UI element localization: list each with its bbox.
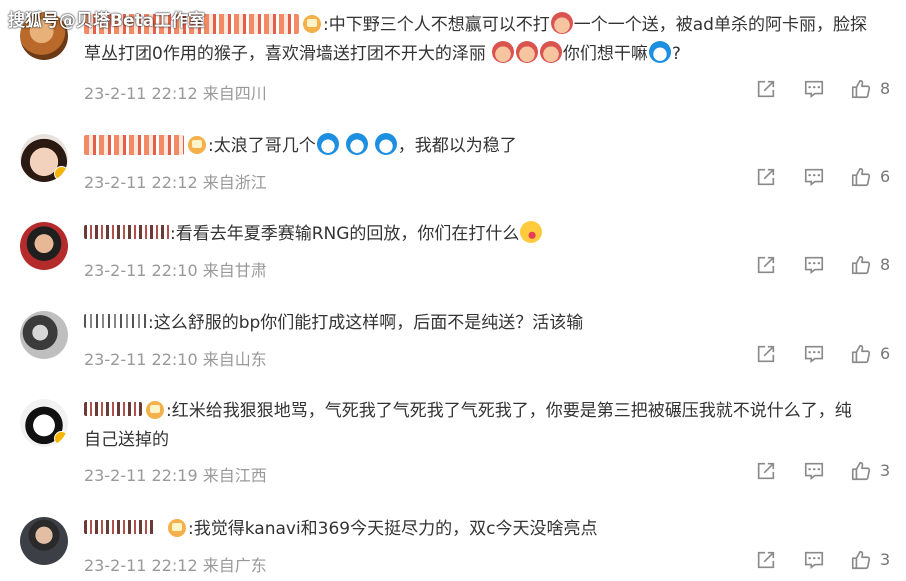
thumb-up-icon[interactable] <box>850 78 872 102</box>
avatar[interactable] <box>20 399 68 447</box>
like-count: 6 <box>880 344 891 363</box>
comment-text: :这么舒服的bp你们能打成这样啊，后面不是纯送？活该输 <box>84 309 889 338</box>
share-icon[interactable] <box>755 460 777 484</box>
comment-meta: 23-2-11 22:12 来自广东 <box>84 556 267 575</box>
comment-actions: 3 <box>755 460 895 484</box>
avatar[interactable] <box>20 517 68 565</box>
comment-meta: 23-2-11 22:19 来自江西 <box>84 466 267 485</box>
like-count: 8 <box>880 79 891 98</box>
comment-actions: 3 <box>755 549 895 573</box>
doraemon-emoji-icon <box>345 133 368 155</box>
username[interactable] <box>84 135 184 155</box>
avatar[interactable] <box>20 134 68 182</box>
share-icon[interactable] <box>755 166 777 190</box>
doraemon-emoji-icon <box>374 133 397 155</box>
comment-text-part: :红米给我狠狠地骂，气死我了气死我了气死我了，你要是第三把被碾压我就不说什么了，… <box>166 401 852 421</box>
doll-emoji-icon <box>550 12 573 34</box>
comment-text-part: :太浪了哥几个 <box>208 136 316 156</box>
share-icon[interactable] <box>755 549 777 573</box>
comment-text-part: 草丛打团0作用的猴子，喜欢滑墙送打团不开大的泽丽 <box>84 44 486 64</box>
fan-badge-icon <box>188 136 206 154</box>
thumb-up-icon[interactable] <box>850 254 872 278</box>
comment-meta: 23-2-11 22:10 来自甘肃 <box>84 261 267 280</box>
doraemon-emoji-icon <box>316 133 339 155</box>
share-icon[interactable] <box>755 343 777 367</box>
comment-text-part: :这么舒服的bp你们能打成这样啊，后面不是纯送？活该输 <box>148 313 584 333</box>
watermark: 搜狐号@贝塔Beta工作室 <box>8 11 206 31</box>
comment-text: :红米给我狠狠地骂，气死我了气死我了气死我了，你要是第三把被碾压我就不说什么了，… <box>84 397 889 455</box>
comment-text-part: ? <box>671 44 681 64</box>
comment-text-part: 你们想干嘛 <box>562 44 648 64</box>
comment-meta: 23-2-11 22:12 来自四川 <box>84 84 267 103</box>
comment-text-part: ，我都以为稳了 <box>397 136 517 156</box>
comment-text: :看看去年夏季赛输RNG的回放，你们在打什么 <box>84 220 889 249</box>
thumb-up-icon[interactable] <box>850 549 872 573</box>
comment-text-part: 自己送掉的 <box>84 430 169 450</box>
like-count: 6 <box>880 167 891 186</box>
comment-icon[interactable] <box>803 254 825 278</box>
comment-icon[interactable] <box>803 166 825 190</box>
comment-icon[interactable] <box>803 549 825 573</box>
thumb-up-icon[interactable] <box>850 460 872 484</box>
doll-emoji-icon <box>491 41 514 63</box>
verified-badge-icon <box>54 431 68 446</box>
doraemon-emoji-icon <box>648 41 671 63</box>
thumb-up-icon[interactable] <box>850 166 872 190</box>
verified-badge-icon <box>54 166 68 181</box>
comment-text-part: :看看去年夏季赛输RNG的回放，你们在打什么 <box>170 224 520 244</box>
comment-icon[interactable] <box>803 78 825 102</box>
comment-icon[interactable] <box>803 343 825 367</box>
comment-text: :太浪了哥几个 ，我都以为稳了 <box>84 132 889 161</box>
like-count: 3 <box>880 550 891 569</box>
username[interactable] <box>84 225 170 239</box>
comment-text: :我觉得kanavi和369今天挺尽力的，双c今天没啥亮点 <box>84 515 889 544</box>
comment-meta: 23-2-11 22:12 来自浙江 <box>84 173 267 192</box>
comment-actions: 8 <box>755 254 895 278</box>
like-count: 8 <box>880 255 891 274</box>
doll-emoji-icon <box>539 41 562 63</box>
comment-meta: 23-2-11 22:10 来自山东 <box>84 350 267 369</box>
comment-actions: 8 <box>755 78 895 102</box>
doll-emoji-icon <box>515 41 538 63</box>
comment-actions: 6 <box>755 166 895 190</box>
avatar[interactable] <box>20 222 68 270</box>
kiss-emoji-icon <box>520 221 543 243</box>
username[interactable] <box>84 314 148 328</box>
comment-icon[interactable] <box>803 460 825 484</box>
comment-text-part: :我觉得kanavi和369今天挺尽力的，双c今天没啥亮点 <box>188 519 598 539</box>
username[interactable] <box>84 520 156 534</box>
like-count: 3 <box>880 461 891 480</box>
username[interactable] <box>84 402 142 416</box>
comment-text-part: :中下野三个人不想赢可以不打 <box>323 15 550 35</box>
share-icon[interactable] <box>755 78 777 102</box>
thumb-up-icon[interactable] <box>850 343 872 367</box>
avatar[interactable] <box>20 311 68 359</box>
comment-text-part: 一个一个送，被ad单杀的阿卡丽，脸探 <box>573 15 867 35</box>
comment-actions: 6 <box>755 343 895 367</box>
fan-badge-icon <box>146 401 164 419</box>
fan-badge-icon <box>168 519 186 537</box>
share-icon[interactable] <box>755 254 777 278</box>
fan-badge-icon <box>303 15 321 33</box>
